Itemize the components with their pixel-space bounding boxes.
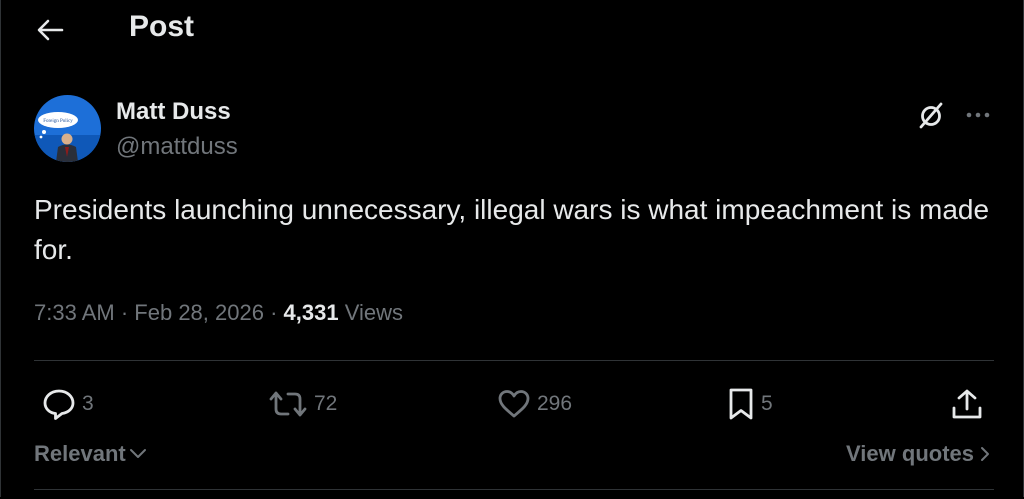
post-text: Presidents launching unnecessary, illega… — [34, 194, 990, 265]
author-handle[interactable]: @mattduss — [116, 133, 238, 161]
divider — [34, 489, 994, 490]
reply-button[interactable]: 3 — [42, 386, 94, 422]
grok-icon — [919, 102, 943, 129]
back-button[interactable] — [30, 12, 70, 48]
post-meta: 7:33 AM · Feb 28, 2026 · 4,331 Views — [34, 300, 403, 326]
bookmark-button[interactable]: 5 — [727, 386, 773, 422]
author-name[interactable]: Matt Duss — [116, 98, 231, 126]
views-label: Views — [344, 300, 404, 325]
more-horizontal-icon — [966, 112, 990, 118]
like-count: 296 — [537, 392, 573, 415]
heart-icon — [498, 390, 530, 418]
more-options-button[interactable] — [958, 98, 998, 132]
divider — [34, 360, 994, 361]
repost-button[interactable]: 72 — [268, 386, 337, 422]
chevron-right-icon — [981, 447, 989, 461]
page-title: Post — [129, 10, 195, 43]
repost-count: 72 — [314, 392, 338, 415]
reply-count: 3 — [82, 392, 94, 415]
post-date[interactable]: Feb 28, 2026 — [134, 300, 264, 325]
avatar[interactable]: Foreign Policy — [34, 95, 101, 162]
avatar-badge-text: Foreign Policy — [43, 119, 73, 124]
grok-button[interactable] — [913, 98, 949, 132]
bookmark-icon — [729, 388, 753, 420]
view-quotes-label: View quotes — [846, 441, 974, 466]
share-upload-icon — [952, 389, 982, 419]
view-quotes-link[interactable]: View quotes — [846, 441, 990, 467]
repost-arrows-icon — [269, 391, 307, 417]
page-header: Post — [0, 0, 1024, 62]
meta-separator: · — [120, 300, 129, 325]
post-time[interactable]: 7:33 AM — [34, 300, 115, 325]
bookmark-count: 5 — [761, 392, 773, 415]
like-button[interactable]: 296 — [497, 386, 572, 422]
share-button[interactable] — [950, 386, 984, 422]
reply-sort-dropdown[interactable]: Relevant — [34, 441, 147, 467]
speech-bubble-icon — [43, 389, 75, 420]
chevron-down-icon — [129, 449, 146, 458]
reply-sort-label: Relevant — [34, 441, 126, 466]
meta-separator: · — [270, 300, 278, 325]
views-count: 4,331 — [283, 300, 339, 325]
arrow-left-icon — [37, 19, 64, 41]
